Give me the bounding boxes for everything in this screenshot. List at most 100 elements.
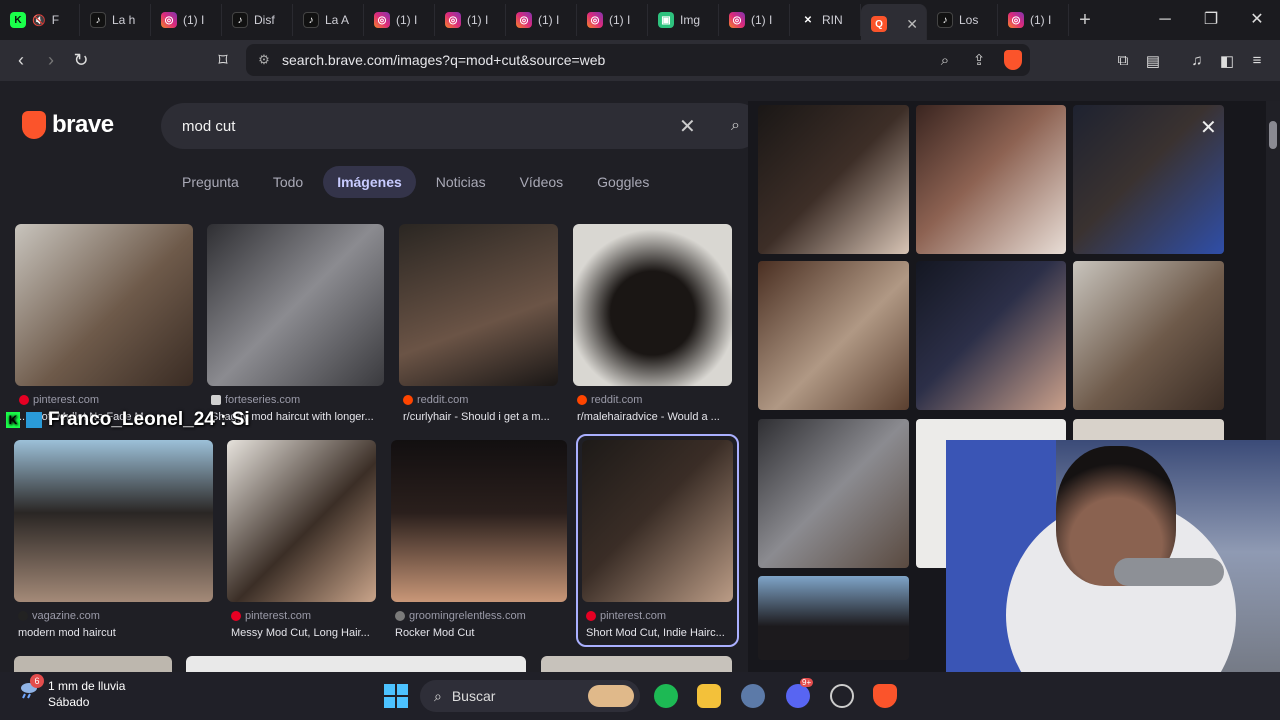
- image-icon: ▣: [658, 12, 674, 28]
- brave-lion-icon: [22, 111, 46, 139]
- discord-icon[interactable]: 9+: [786, 678, 814, 708]
- tab-noticias[interactable]: Noticias: [422, 166, 500, 198]
- brave-shields-icon[interactable]: [1004, 50, 1022, 70]
- tab-todo[interactable]: Todo: [259, 166, 317, 198]
- zoom-icon[interactable]: ⌕: [928, 52, 962, 69]
- bookmark-icon[interactable]: ⌑: [208, 50, 238, 71]
- minimize-icon[interactable]: ─: [1142, 0, 1188, 40]
- media-icon[interactable]: ♫: [1182, 52, 1212, 69]
- browser-toolbar: ‹ › ↻ ⌑ ⚙ search.brave.com/images?q=mod+…: [0, 40, 1280, 81]
- pinterest-icon: [586, 611, 596, 621]
- microphone: [1114, 558, 1224, 586]
- browser-tab[interactable]: ♪ Disf: [222, 4, 293, 36]
- rain-cloud-icon: 6: [18, 674, 44, 700]
- related-thumbnail[interactable]: [758, 261, 909, 410]
- result-thumbnail[interactable]: [399, 224, 558, 386]
- result-thumbnail[interactable]: [391, 440, 567, 602]
- result-thumbnail[interactable]: [207, 224, 384, 386]
- browser-tab[interactable]: K 🔇 F: [0, 4, 80, 36]
- browser-tab[interactable]: ◎ (1) I: [719, 4, 790, 36]
- related-thumbnail[interactable]: [758, 419, 909, 568]
- close-preview-icon[interactable]: ✕: [1200, 115, 1217, 140]
- related-thumbnail[interactable]: [758, 105, 909, 254]
- reload-icon[interactable]: ↻: [66, 50, 96, 71]
- toolbar-actions: ⧉ ▤ ♫ ◧ ≡: [1108, 40, 1272, 81]
- chat-overlay: K Franco_Leonel_24 : Si: [6, 409, 250, 431]
- tiktok-icon: ♪: [937, 12, 953, 28]
- reddit-icon: [403, 395, 413, 405]
- address-bar[interactable]: ⚙ search.brave.com/images?q=mod+cut&sour…: [246, 44, 1030, 76]
- spotify-icon[interactable]: [654, 684, 678, 708]
- image-result-selected[interactable]: pinterest.com Short Mod Cut, Indie Hairc…: [576, 434, 739, 647]
- desktop: K 🔇 F ♪ La h ◎ (1) I ♪ Disf ♪ La A ◎ (1) I ◎(…: [0, 0, 1280, 720]
- close-tab-icon[interactable]: ✕: [906, 16, 918, 33]
- obs-icon[interactable]: [830, 684, 854, 708]
- clear-search-icon[interactable]: ✕: [679, 114, 696, 139]
- browser-tab[interactable]: ♪ La A: [293, 4, 364, 36]
- back-icon[interactable]: ‹: [6, 50, 36, 71]
- instagram-icon: ◎: [729, 12, 745, 28]
- browser-tab[interactable]: ◎ (1) I: [998, 4, 1069, 36]
- brave-taskbar-icon[interactable]: [873, 684, 897, 708]
- weather-widget[interactable]: 6 1 mm de lluvia Sábado: [18, 674, 125, 710]
- scrollbar-thumb[interactable]: [1269, 121, 1277, 149]
- related-thumbnail[interactable]: [916, 261, 1066, 410]
- mute-icon[interactable]: 🔇: [32, 14, 46, 27]
- taskbar-search[interactable]: ⌕ Buscar: [420, 680, 640, 712]
- browser-tab-active[interactable]: Q ✕: [861, 4, 927, 44]
- search-type-tabs: Pregunta Todo Imágenes Noticias Vídeos G…: [168, 166, 663, 198]
- browser-tab[interactable]: ◎ (1) I: [435, 4, 506, 36]
- site-info-icon[interactable]: ⚙: [246, 52, 282, 68]
- browser-tab[interactable]: ✕ RIN: [790, 4, 861, 36]
- forward-icon[interactable]: ›: [36, 50, 66, 71]
- globe-icon: [395, 611, 405, 621]
- taskbar: 6 1 mm de lluvia Sábado ⌕ Buscar 9+: [0, 672, 1280, 720]
- menu-icon[interactable]: ≡: [1242, 52, 1272, 69]
- share-icon[interactable]: ⇪: [962, 51, 996, 69]
- browser-tab[interactable]: ◎ (1) I: [506, 4, 577, 36]
- result-thumbnail[interactable]: [15, 224, 193, 386]
- search-input[interactable]: mod cut ✕ ⌕: [161, 103, 761, 149]
- tab-videos[interactable]: Vídeos: [506, 166, 578, 198]
- wallet-icon[interactable]: ▤: [1138, 52, 1168, 70]
- tab-imagenes[interactable]: Imágenes: [323, 166, 416, 198]
- related-thumbnail[interactable]: [758, 576, 909, 660]
- browser-tab[interactable]: ◎ (1) I: [151, 4, 222, 36]
- brave-logo[interactable]: brave: [22, 111, 114, 139]
- maximize-icon[interactable]: ❐: [1188, 0, 1234, 40]
- pinterest-icon: [231, 611, 241, 621]
- tiktok-icon: ♪: [90, 12, 106, 28]
- file-explorer-icon[interactable]: [697, 684, 721, 708]
- browser-tab[interactable]: ♪ Los: [927, 4, 998, 36]
- tab-pregunta[interactable]: Pregunta: [168, 166, 253, 198]
- kick-icon: K: [6, 412, 20, 428]
- tab-goggles[interactable]: Goggles: [583, 166, 663, 198]
- url-text[interactable]: search.brave.com/images?q=mod+cut&source…: [282, 52, 928, 68]
- sidebar-icon[interactable]: ◧: [1212, 52, 1242, 70]
- extensions-icon[interactable]: ⧉: [1108, 52, 1138, 69]
- result-thumbnail[interactable]: [582, 440, 733, 602]
- result-thumbnail[interactable]: [14, 440, 213, 602]
- browser-tab[interactable]: ▣ Img: [648, 4, 719, 36]
- forteseries-icon: [211, 395, 221, 405]
- related-thumbnail[interactable]: [916, 105, 1066, 254]
- instagram-icon: ◎: [1008, 12, 1024, 28]
- instagram-icon: ◎: [374, 12, 390, 28]
- result-thumbnail[interactable]: [573, 224, 732, 386]
- close-window-icon[interactable]: ✕: [1234, 0, 1280, 40]
- browser-tab[interactable]: ◎ (1) I: [577, 4, 648, 36]
- search-icon: ⌕: [434, 687, 442, 704]
- reddit-icon: [577, 395, 587, 405]
- browser-tab[interactable]: ♪ La h: [80, 4, 151, 36]
- search-icon[interactable]: ⌕: [731, 117, 740, 135]
- kick-icon: K: [10, 12, 26, 28]
- browser-tab[interactable]: ◎ (1) I: [364, 4, 435, 36]
- new-tab-button[interactable]: +: [1069, 9, 1101, 32]
- instagram-icon: ◎: [445, 12, 461, 28]
- tiktok-icon: ♪: [232, 12, 248, 28]
- settings-icon[interactable]: [741, 684, 765, 708]
- result-thumbnail[interactable]: [227, 440, 376, 602]
- start-icon[interactable]: [384, 684, 408, 708]
- related-thumbnail[interactable]: [1073, 261, 1224, 410]
- brave-search-icon: Q: [871, 16, 887, 32]
